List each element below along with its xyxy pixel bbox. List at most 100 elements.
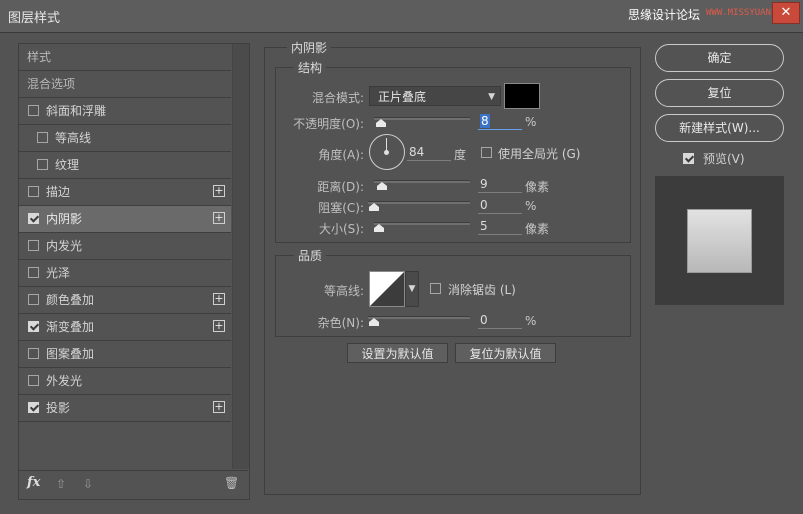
- bevel-checkbox[interactable]: [28, 105, 39, 116]
- style-item-outer-glow[interactable]: 外发光: [19, 368, 231, 395]
- size-input[interactable]: 5: [478, 218, 522, 235]
- style-item-pattern-overlay[interactable]: 图案叠加: [19, 341, 231, 368]
- watermark-text: 思缘设计论坛: [628, 8, 701, 22]
- blend-mode-label: 混合模式:: [311, 91, 364, 105]
- style-item-label: 内阴影: [46, 212, 83, 226]
- section-title: 内阴影: [287, 39, 332, 56]
- add-color-overlay-icon[interactable]: +: [213, 293, 225, 305]
- antialias-checkbox[interactable]: [430, 283, 441, 294]
- quality-title: 品质: [294, 247, 327, 264]
- chevron-down-icon: ▼: [488, 92, 495, 102]
- blend-mode-select[interactable]: 正片叠底 ▼: [369, 86, 501, 106]
- noise-slider[interactable]: [368, 316, 470, 319]
- reset-default-button[interactable]: 复位为默认值: [455, 343, 556, 363]
- noise-input[interactable]: 0: [478, 312, 522, 329]
- outer-glow-checkbox[interactable]: [28, 375, 39, 386]
- preview-thumbnail: [655, 176, 784, 305]
- angle-unit: 度: [454, 148, 467, 162]
- opacity-unit: %: [525, 115, 537, 129]
- inner-shadow-checkbox[interactable]: [28, 213, 39, 224]
- opacity-input[interactable]: 8: [478, 113, 522, 130]
- add-gradient-overlay-icon[interactable]: +: [213, 320, 225, 332]
- blend-options-item[interactable]: 混合选项: [19, 71, 231, 98]
- style-item-label: 内发光: [46, 239, 83, 253]
- opacity-slider[interactable]: [374, 117, 470, 120]
- style-item-gradient-overlay[interactable]: 渐变叠加 +: [19, 314, 231, 341]
- title-bar: 图层样式 思缘设计论坛 WWW.MISSYUAN.COM ✕: [0, 0, 803, 33]
- choke-unit: %: [525, 199, 537, 213]
- gradient-overlay-checkbox[interactable]: [28, 321, 39, 332]
- style-item-drop-shadow[interactable]: 投影 +: [19, 395, 231, 422]
- reset-label: 复位: [707, 86, 732, 100]
- styles-list: 样式 混合选项 斜面和浮雕 等高线 纹理 描边 + 内阴影 + 内发光 光泽 颜…: [19, 44, 231, 422]
- styles-header-label: 样式: [27, 50, 52, 64]
- angle-label: 角度(A):: [318, 148, 364, 162]
- texture-checkbox[interactable]: [37, 159, 48, 170]
- distance-slider[interactable]: [374, 180, 470, 183]
- make-default-label: 设置为默认值: [361, 347, 434, 361]
- add-drop-shadow-icon[interactable]: +: [213, 401, 225, 413]
- global-light-checkbox[interactable]: [481, 147, 492, 158]
- make-default-button[interactable]: 设置为默认值: [347, 343, 448, 363]
- style-item-label: 投影: [46, 401, 71, 415]
- styles-scrollbar[interactable]: [232, 44, 249, 469]
- distance-label: 距离(D):: [317, 180, 364, 194]
- style-item-label: 颜色叠加: [46, 293, 95, 307]
- inner-glow-checkbox[interactable]: [28, 240, 39, 251]
- distance-unit: 像素: [525, 180, 550, 194]
- style-item-label: 斜面和浮雕: [46, 104, 107, 118]
- contour-checkbox[interactable]: [37, 132, 48, 143]
- new-style-label: 新建样式(W)...: [679, 121, 760, 135]
- distance-value: 9: [480, 177, 488, 191]
- noise-label: 杂色(N):: [317, 316, 364, 330]
- pattern-overlay-checkbox[interactable]: [28, 348, 39, 359]
- choke-input[interactable]: 0: [478, 197, 522, 214]
- style-item-label: 光泽: [46, 266, 71, 280]
- contour-preview[interactable]: [369, 271, 405, 307]
- style-item-inner-glow[interactable]: 内发光: [19, 233, 231, 260]
- distance-input[interactable]: 9: [478, 176, 522, 193]
- style-item-color-overlay[interactable]: 颜色叠加 +: [19, 287, 231, 314]
- structure-group: 结构 混合模式: 正片叠底 ▼ 不透明度(O): 8 % 角度(A): 84 度…: [275, 59, 631, 243]
- style-item-label: 纹理: [55, 158, 80, 172]
- add-inner-shadow-icon[interactable]: +: [213, 212, 225, 224]
- window-title: 图层样式: [8, 11, 61, 26]
- preview-box: [688, 210, 751, 272]
- opacity-value: 8: [480, 114, 490, 128]
- satin-checkbox[interactable]: [28, 267, 39, 278]
- color-overlay-checkbox[interactable]: [28, 294, 39, 305]
- angle-dial[interactable]: [369, 134, 405, 170]
- style-item-bevel[interactable]: 斜面和浮雕: [19, 98, 231, 125]
- move-up-icon[interactable]: ⇧: [54, 477, 68, 491]
- style-item-inner-shadow[interactable]: 内阴影 +: [19, 206, 231, 233]
- drop-shadow-checkbox[interactable]: [28, 402, 39, 413]
- contour-curve: [370, 272, 404, 306]
- style-item-satin[interactable]: 光泽: [19, 260, 231, 287]
- reset-button[interactable]: 复位: [655, 79, 784, 107]
- move-down-icon[interactable]: ⇩: [81, 477, 95, 491]
- inner-shadow-panel: 内阴影 结构 混合模式: 正片叠底 ▼ 不透明度(O): 8 % 角度(A): …: [264, 39, 641, 495]
- blend-mode-value: 正片叠底: [378, 90, 427, 104]
- styles-header[interactable]: 样式: [19, 44, 231, 71]
- preview-checkbox[interactable]: [683, 153, 694, 164]
- stroke-checkbox[interactable]: [28, 186, 39, 197]
- size-slider[interactable]: [374, 222, 470, 225]
- angle-input[interactable]: 84: [407, 144, 451, 161]
- shadow-color-swatch[interactable]: [504, 83, 540, 109]
- choke-slider[interactable]: [368, 201, 470, 204]
- style-item-label: 等高线: [55, 131, 92, 145]
- reset-default-label: 复位为默认值: [469, 347, 542, 361]
- style-item-texture[interactable]: 纹理: [19, 152, 231, 179]
- close-button[interactable]: ✕: [772, 2, 800, 24]
- opacity-label: 不透明度(O):: [293, 117, 364, 131]
- style-item-stroke[interactable]: 描边 +: [19, 179, 231, 206]
- contour-dropdown[interactable]: ▼: [405, 271, 419, 307]
- style-item-label: 外发光: [46, 374, 83, 388]
- new-style-button[interactable]: 新建样式(W)...: [655, 114, 784, 142]
- style-item-contour[interactable]: 等高线: [19, 125, 231, 152]
- trash-icon[interactable]: 🗑: [224, 476, 239, 490]
- add-stroke-icon[interactable]: +: [213, 185, 225, 197]
- fx-icon[interactable]: fx: [27, 475, 40, 490]
- ok-button[interactable]: 确定: [655, 44, 784, 72]
- styles-footer: fx ⇧ ⇩ 🗑: [19, 470, 248, 500]
